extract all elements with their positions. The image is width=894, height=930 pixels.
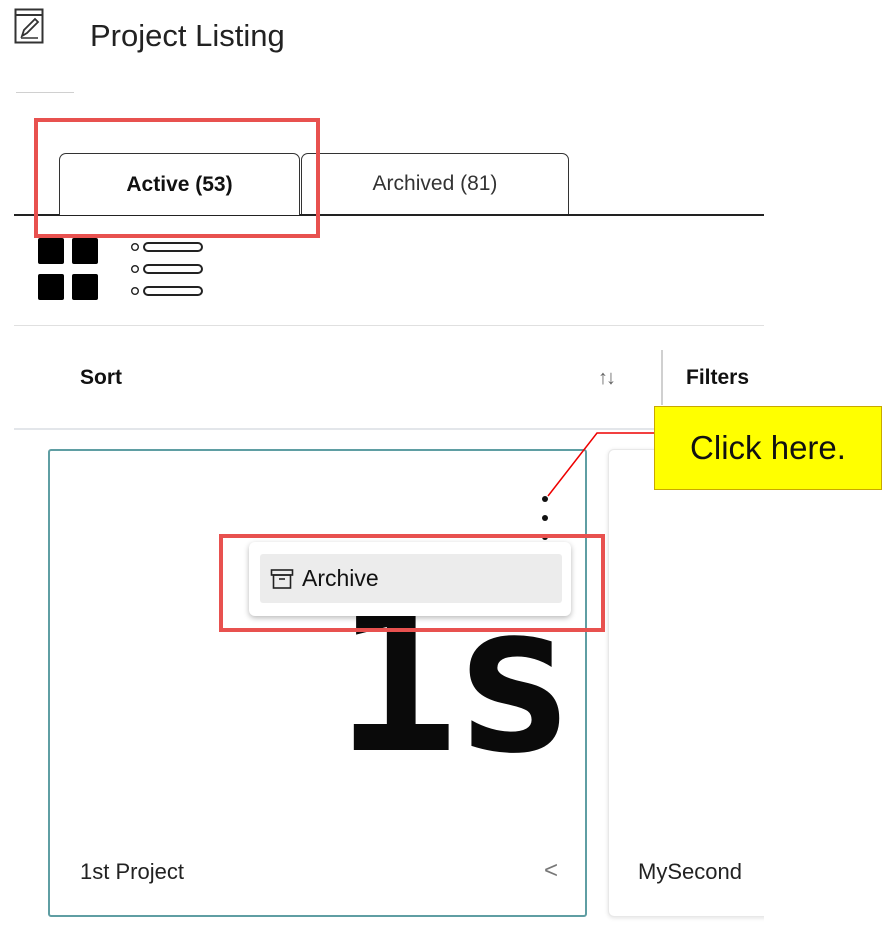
toolbar-divider [14, 428, 764, 430]
sort-label[interactable]: Sort [80, 366, 122, 390]
filters-button[interactable]: Filters [686, 366, 764, 390]
callout-label: Click here. [654, 406, 882, 490]
card-title: 1st Project [80, 859, 184, 884]
grid-view-icon[interactable] [38, 238, 98, 300]
sort-filter-divider [661, 350, 663, 405]
page-title: Project Listing [90, 18, 285, 53]
chevron-left-icon[interactable]: < [544, 857, 558, 885]
title-underline [16, 92, 74, 93]
tab-archived[interactable]: Archived (81) [301, 153, 569, 214]
view-divider [14, 325, 764, 326]
sort-direction-icon[interactable]: ↑↓ [598, 367, 616, 390]
page-edge [764, 100, 894, 930]
list-view-icon[interactable] [128, 238, 204, 300]
card-title: MySecond [638, 859, 742, 884]
highlight-box [219, 534, 605, 632]
edit-document-icon [14, 8, 44, 44]
highlight-box [34, 118, 320, 238]
